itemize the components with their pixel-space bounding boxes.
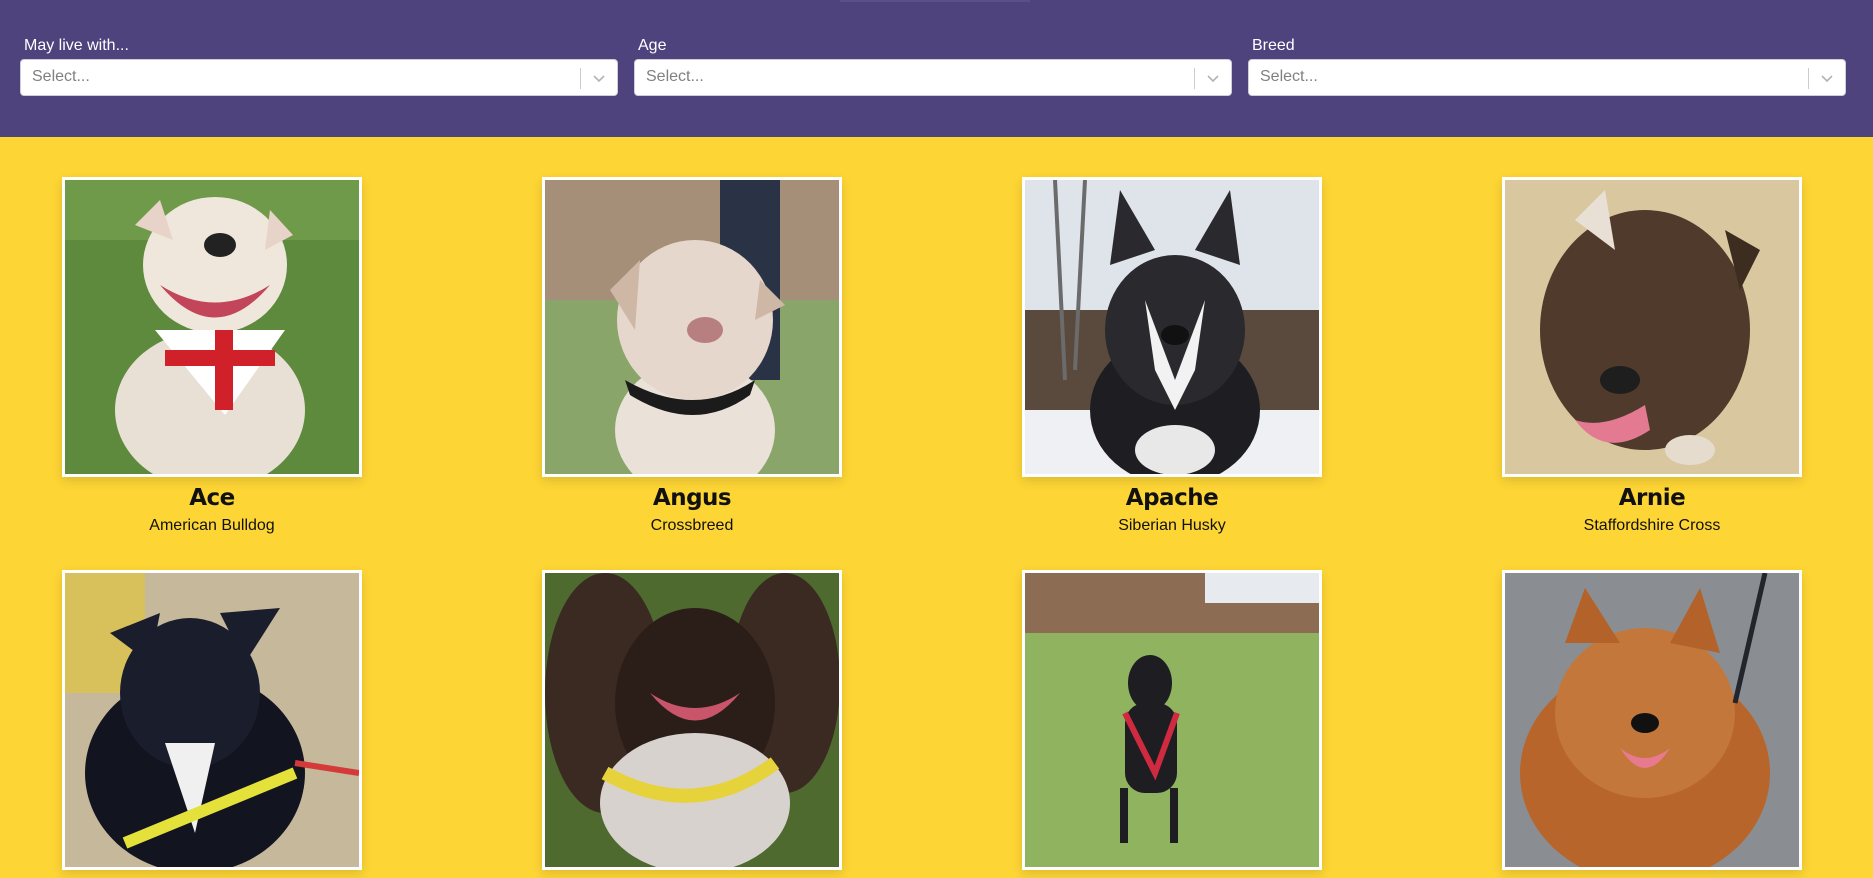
chevron-down-icon[interactable] (1819, 70, 1835, 86)
filter-bar: May live with... Select... Age Select...… (0, 0, 1873, 137)
dog-photo[interactable] (542, 177, 842, 477)
select-placeholder: Select... (32, 68, 90, 85)
dog-photo-image (1025, 573, 1319, 867)
dog-name[interactable]: Angus (542, 485, 842, 511)
dog-photo[interactable] (62, 570, 362, 870)
dog-photo[interactable] (1502, 177, 1802, 477)
chevron-down-icon[interactable] (591, 70, 607, 86)
dog-photo[interactable] (542, 570, 842, 870)
dog-card-apache[interactable]: Apache Siberian Husky (1022, 177, 1322, 536)
chevron-down-icon[interactable] (1205, 70, 1221, 86)
dog-photo-image (65, 573, 359, 867)
filter-age: Age Select... (634, 36, 1232, 96)
dog-card-arnie[interactable]: Arnie Staffordshire Cross (1502, 177, 1802, 536)
select-placeholder: Select... (646, 68, 704, 85)
dog-breed: American Bulldog (149, 517, 275, 534)
dog-photo[interactable] (62, 177, 362, 477)
dog-name[interactable]: Arnie (1502, 485, 1802, 511)
select-separator (1808, 68, 1809, 89)
filter-may-live-with: May live with... Select... (20, 36, 618, 96)
dog-card[interactable] (1502, 570, 1802, 878)
select-separator (580, 68, 581, 89)
filter-label: Age (638, 37, 667, 54)
filter-label: Breed (1252, 37, 1295, 54)
dog-photo[interactable] (1022, 570, 1322, 870)
dog-name[interactable]: Ace (62, 485, 362, 511)
breed-select[interactable]: Select... (1248, 59, 1846, 96)
dog-card-angus[interactable]: Angus Crossbreed (542, 177, 842, 536)
dog-card[interactable] (62, 570, 362, 878)
dog-card-ace[interactable]: Ace American Bulldog (62, 177, 362, 536)
dog-card[interactable] (1022, 570, 1322, 878)
select-separator (1194, 68, 1195, 89)
age-select[interactable]: Select... (634, 59, 1232, 96)
dog-photo[interactable] (1022, 177, 1322, 477)
dog-name[interactable]: Apache (1022, 485, 1322, 511)
dog-breed: Staffordshire Cross (1583, 517, 1721, 534)
dog-photo-image (65, 180, 359, 474)
dog-photo-image (1025, 180, 1319, 474)
dog-photo-image (1505, 180, 1799, 474)
filter-breed: Breed Select... (1248, 36, 1846, 96)
dog-photo-image (1505, 573, 1799, 867)
dog-card[interactable] (542, 570, 842, 878)
dog-photo-image (545, 180, 839, 474)
filter-label: May live with... (24, 37, 129, 54)
dog-photo-image (545, 573, 839, 867)
may-live-with-select[interactable]: Select... (20, 59, 618, 96)
dog-breed: Crossbreed (650, 517, 734, 534)
select-placeholder: Select... (1260, 68, 1318, 85)
header-divider (840, 0, 1030, 2)
dog-photo[interactable] (1502, 570, 1802, 870)
dog-breed: Siberian Husky (1118, 517, 1226, 534)
